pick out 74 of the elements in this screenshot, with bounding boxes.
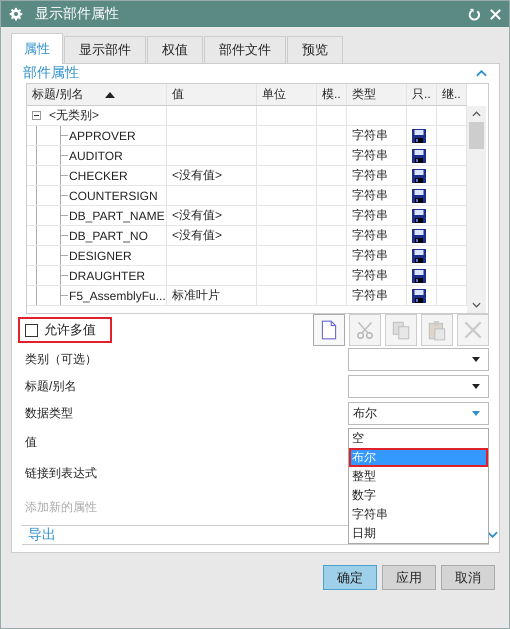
table-cell[interactable]: DRAUGHTER bbox=[69, 268, 146, 282]
dialog-button[interactable]: 取消 bbox=[441, 565, 495, 590]
table-cell[interactable]: DESIGNER bbox=[69, 248, 132, 262]
table-cell[interactable]: DB_PART_NAME bbox=[69, 208, 165, 222]
scroll-up-icon[interactable] bbox=[472, 111, 481, 117]
table-cell: 字符串 bbox=[352, 287, 388, 304]
section-title[interactable]: 导出 bbox=[28, 526, 56, 544]
close-icon[interactable] bbox=[488, 6, 503, 22]
new-button[interactable] bbox=[313, 314, 345, 346]
table-cell: <没有值> bbox=[172, 227, 222, 244]
dialog-button[interactable]: 确定 bbox=[323, 565, 377, 590]
dialog-button[interactable]: 应用 bbox=[382, 565, 436, 590]
dropdown-field[interactable] bbox=[348, 375, 489, 398]
section-title[interactable]: 部件属性 bbox=[23, 64, 79, 82]
copy-icon bbox=[390, 319, 412, 341]
tab[interactable]: 属性 bbox=[11, 33, 63, 64]
column-header[interactable]: 类型 bbox=[347, 84, 407, 105]
table-cell: 字符串 bbox=[352, 147, 388, 164]
table-cell[interactable]: AUDITOR bbox=[69, 148, 123, 162]
table-cell: 字符串 bbox=[352, 267, 388, 284]
dropdown-option[interactable]: 空 bbox=[349, 429, 488, 448]
caret-icon bbox=[472, 411, 480, 416]
table-cell[interactable]: CHECKER bbox=[69, 168, 128, 182]
table-cell: 字符串 bbox=[352, 247, 388, 264]
tab[interactable]: 显示部件 bbox=[64, 36, 146, 63]
column-header[interactable]: 模.. bbox=[317, 84, 347, 105]
reset-icon[interactable] bbox=[467, 6, 482, 22]
column-header[interactable]: 值 bbox=[167, 84, 257, 105]
scrollbar[interactable] bbox=[467, 106, 486, 313]
field-label: 链接到表达式 bbox=[25, 465, 97, 482]
table-cell: 字符串 bbox=[352, 207, 388, 224]
caret-icon bbox=[472, 384, 480, 389]
dropdown-option[interactable]: 日期 bbox=[349, 524, 488, 543]
table-cell: <没有值> bbox=[172, 207, 222, 224]
scroll-down-icon[interactable] bbox=[472, 302, 481, 308]
table-cell[interactable]: DB_PART_NO bbox=[69, 228, 148, 242]
field-label: 类别（可选） bbox=[25, 351, 97, 368]
scissors-icon bbox=[354, 319, 376, 341]
scrollbar-thumb[interactable] bbox=[469, 122, 484, 149]
tab[interactable]: 权值 bbox=[147, 36, 203, 63]
table-cell[interactable]: COUNTERSIGN bbox=[69, 188, 158, 202]
table-cell[interactable]: APPROVER bbox=[69, 128, 136, 142]
chevron-up-icon[interactable] bbox=[476, 69, 487, 77]
allow-multiple-checkbox[interactable]: 允许多值 bbox=[18, 317, 112, 343]
column-header[interactable]: 继.. bbox=[437, 84, 467, 105]
group-label[interactable]: <无类别> bbox=[49, 107, 100, 124]
field-label: 值 bbox=[25, 434, 37, 451]
field-label: 数据类型 bbox=[25, 405, 73, 422]
caret-icon bbox=[472, 357, 480, 362]
column-header[interactable]: 标题/别名 bbox=[27, 84, 167, 105]
dropdown-option[interactable]: 整型 bbox=[349, 467, 488, 486]
table-cell: 标准叶片 bbox=[172, 287, 220, 304]
table-cell: 字符串 bbox=[352, 167, 388, 184]
table-cell: 字符串 bbox=[352, 187, 388, 204]
table-cell: 字符串 bbox=[352, 127, 388, 144]
field-label: 标题/别名 bbox=[25, 378, 76, 395]
sort-ascending-icon bbox=[105, 92, 116, 98]
tab[interactable]: 预览 bbox=[287, 36, 343, 63]
table-cell: <没有值> bbox=[172, 167, 222, 184]
table-cell: 字符串 bbox=[352, 227, 388, 244]
collapse-icon[interactable] bbox=[32, 111, 41, 120]
field-label: 添加新的属性 bbox=[25, 498, 97, 516]
gear-icon bbox=[9, 7, 23, 21]
table-cell[interactable]: F5_AssemblyFu... bbox=[69, 288, 166, 302]
tab[interactable]: 部件文件 bbox=[204, 36, 286, 63]
dropdown-option[interactable]: 字符串 bbox=[349, 505, 488, 524]
column-header[interactable]: 单位 bbox=[257, 84, 317, 105]
dropdown-option[interactable]: 数字 bbox=[349, 486, 488, 505]
delete-icon bbox=[462, 319, 484, 341]
dropdown-field[interactable] bbox=[348, 348, 489, 371]
paste-icon bbox=[426, 319, 448, 341]
window-title: 显示部件属性 bbox=[35, 5, 119, 23]
column-header[interactable]: 只.. bbox=[407, 84, 437, 105]
chevron-down-icon[interactable] bbox=[487, 531, 498, 539]
